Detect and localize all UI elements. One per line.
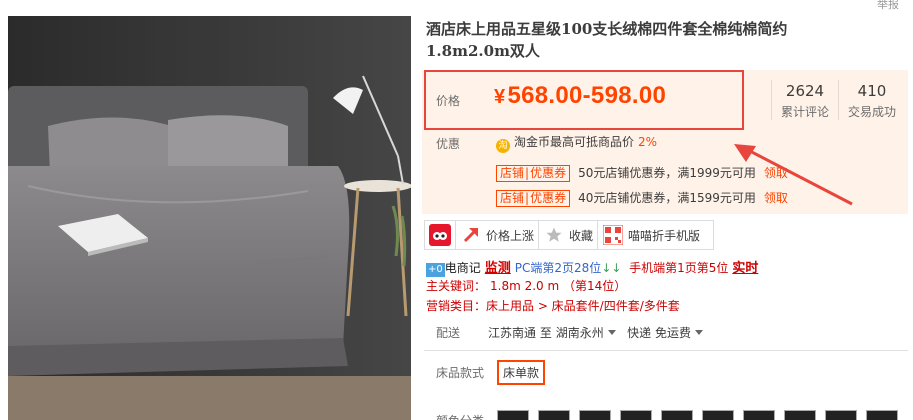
arrow-up-right-icon [460, 224, 482, 246]
chevron-down-icon [607, 330, 616, 335]
price-up-label: 价格上涨 [486, 228, 535, 243]
product-title: 酒店床上用品五星级100支长绒棉四件套全棉纯棉简约 1.8m2.0m双人 [426, 18, 896, 62]
coin-promo: 淘淘金币最高可抵商品价 2% [496, 133, 657, 153]
coin-promo-text: 淘金币最高可抵商品价 [514, 135, 635, 149]
color-swatch[interactable] [784, 410, 816, 420]
express-option: 快递 免运费 [627, 326, 691, 340]
weibo-icon [429, 224, 451, 246]
promo-label: 优惠 [436, 137, 461, 151]
coupon-tag-left: 店铺 [500, 166, 525, 180]
price-label: 价格 [436, 94, 461, 108]
tool-bar: 价格上涨 收藏 喵喵折手机版 [424, 220, 714, 250]
ship-from: 江苏南通 [488, 326, 537, 340]
ship-to-select[interactable]: 湖南永州 [556, 326, 616, 340]
price-up-button[interactable]: 价格上涨 [456, 221, 540, 249]
mobile-version-button[interactable]: 喵喵折手机版 [598, 221, 704, 249]
color-swatch[interactable] [620, 410, 652, 420]
report-link[interactable]: 举报 [877, 0, 899, 12]
annotation-arrow-icon [734, 144, 853, 206]
color-swatch[interactable] [825, 410, 857, 420]
color-swatch[interactable] [579, 410, 611, 420]
shipping-row: 配送 江苏南通 至 湖南永州 快递 免运费 [436, 324, 703, 341]
price-value: ¥568.00-598.00 [494, 82, 666, 110]
price-range: 568.00-598.00 [507, 82, 667, 109]
coin-promo-percent: 2% [638, 135, 658, 149]
stat-transactions[interactable]: 410 交易成功 [839, 82, 905, 120]
stat-transactions-label: 交易成功 [847, 105, 896, 119]
ship-to-word: 至 [539, 326, 552, 340]
favorite-label: 收藏 [569, 228, 594, 243]
keyword-label: 主关键词： [426, 279, 487, 293]
color-swatch[interactable] [743, 410, 775, 420]
dianshangji-logo-icon: +0 [426, 263, 445, 277]
keyword-value[interactable]: 1.8m 2.0 m （第14位） [490, 279, 626, 293]
marketing-category[interactable]: 营销类目：床上用品 > 床品套件/四件套/多件套 [426, 297, 680, 314]
monitor-link[interactable]: 监测 [485, 261, 511, 276]
product-image[interactable] [8, 16, 411, 420]
taojinbi-coin-icon: 淘 [496, 139, 510, 153]
mobile-version-label: 喵喵折手机版 [628, 228, 701, 243]
favorite-button[interactable]: 收藏 [539, 221, 599, 249]
title-line-1: 酒店床上用品五星级100支长绒棉四件套全棉纯棉简约 [426, 20, 788, 38]
coupon-tag-right: 优惠券 [530, 166, 567, 180]
shipping-label: 配送 [436, 326, 461, 340]
dianshangji-bar: +0 电商记 监测 PC端第2页28位↓↓ 手机端第1页第5位 实时 [426, 257, 758, 277]
divider [424, 350, 908, 351]
color-swatch[interactable] [702, 410, 734, 420]
coupon-tag-right: 优惠券 [530, 191, 567, 205]
color-label: 颜色分类 [436, 412, 484, 420]
star-icon [543, 224, 565, 246]
stat-transactions-value: 410 [857, 82, 887, 100]
color-swatch[interactable] [866, 410, 898, 420]
main-keyword: 主关键词： 1.8m 2.0 m （第14位） [426, 277, 626, 294]
coupon-tag[interactable]: 店铺|优惠券 [496, 165, 571, 182]
pc-rank: PC端第2页28位 [514, 261, 602, 275]
pc-rank-arrow: ↓↓ [601, 261, 622, 275]
color-swatch[interactable] [661, 410, 693, 420]
color-swatch[interactable] [497, 410, 529, 420]
ship-to: 湖南永州 [555, 326, 604, 340]
color-swatch[interactable] [538, 410, 570, 420]
title-line-2: 1.8m2.0m双人 [426, 42, 540, 60]
coupon-tag[interactable]: 店铺|优惠券 [496, 190, 571, 207]
chevron-down-icon [695, 330, 703, 335]
style-option-sheet[interactable]: 床单款 [497, 360, 546, 385]
dianshangji-name: 电商记 [444, 261, 481, 275]
coupon-tag-left: 店铺 [500, 191, 525, 205]
realtime-link[interactable]: 实时 [732, 261, 758, 276]
stat-reviews[interactable]: 2624 累计评论 [772, 82, 838, 120]
style-label: 床品款式 [436, 366, 485, 380]
currency-symbol: ¥ [494, 86, 506, 108]
stat-reviews-label: 累计评论 [780, 105, 829, 119]
mobile-rank: 手机端第1页第5位 [629, 261, 729, 275]
express-select[interactable]: 快递 免运费 [627, 326, 703, 340]
qr-code-icon [602, 224, 624, 246]
weibo-share-button[interactable] [425, 221, 456, 249]
stat-reviews-value: 2624 [785, 82, 825, 100]
